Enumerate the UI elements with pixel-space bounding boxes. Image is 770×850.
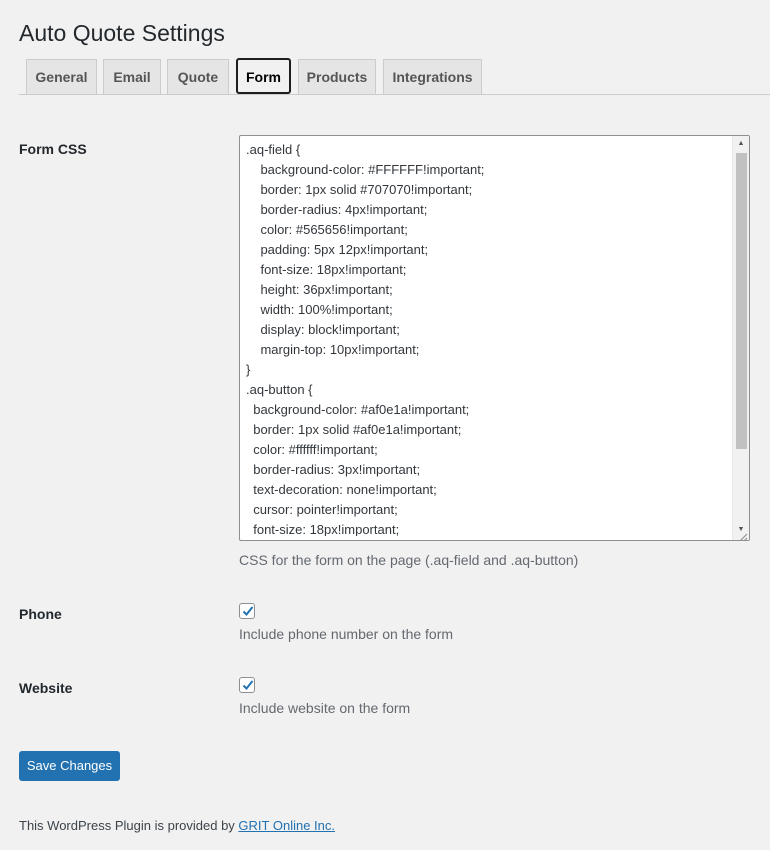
phone-label: Phone	[19, 606, 62, 622]
footer-credit: This WordPress Plugin is provided by GRI…	[19, 818, 335, 833]
save-changes-button[interactable]: Save Changes	[19, 751, 120, 781]
website-checkbox[interactable]	[239, 677, 255, 693]
form-css-label: Form CSS	[19, 141, 87, 157]
form-css-description: CSS for the form on the page (.aq-field …	[239, 552, 579, 568]
tab-general[interactable]: General	[26, 59, 97, 94]
tab-form[interactable]: Form	[236, 58, 291, 94]
settings-tabs: General Email Quote Form Products Integr…	[19, 58, 770, 95]
page-title: Auto Quote Settings	[19, 20, 225, 46]
checkmark-icon	[242, 680, 254, 690]
tab-quote[interactable]: Quote	[167, 59, 229, 94]
tab-integrations[interactable]: Integrations	[383, 59, 482, 94]
website-description: Include website on the form	[239, 700, 411, 716]
grit-online-link[interactable]: GRIT Online Inc.	[238, 818, 335, 833]
resize-grip-icon[interactable]	[738, 529, 748, 540]
phone-description: Include phone number on the form	[239, 626, 454, 642]
footer-text: This WordPress Plugin is provided by	[19, 818, 239, 833]
tab-products[interactable]: Products	[298, 59, 376, 94]
form-css-content[interactable]: .aq-field { background-color: #FFFFFF!im…	[246, 140, 731, 536]
arrow-up-icon[interactable]: ▲	[733, 136, 749, 152]
tab-email[interactable]: Email	[103, 59, 161, 94]
textarea-scrollbar[interactable]: ▲ ▼	[732, 136, 749, 540]
phone-checkbox[interactable]	[239, 603, 255, 619]
scrollbar-thumb[interactable]	[736, 153, 747, 449]
checkmark-icon	[242, 606, 254, 616]
form-css-textarea[interactable]: .aq-field { background-color: #FFFFFF!im…	[239, 135, 750, 541]
website-label: Website	[19, 680, 73, 696]
